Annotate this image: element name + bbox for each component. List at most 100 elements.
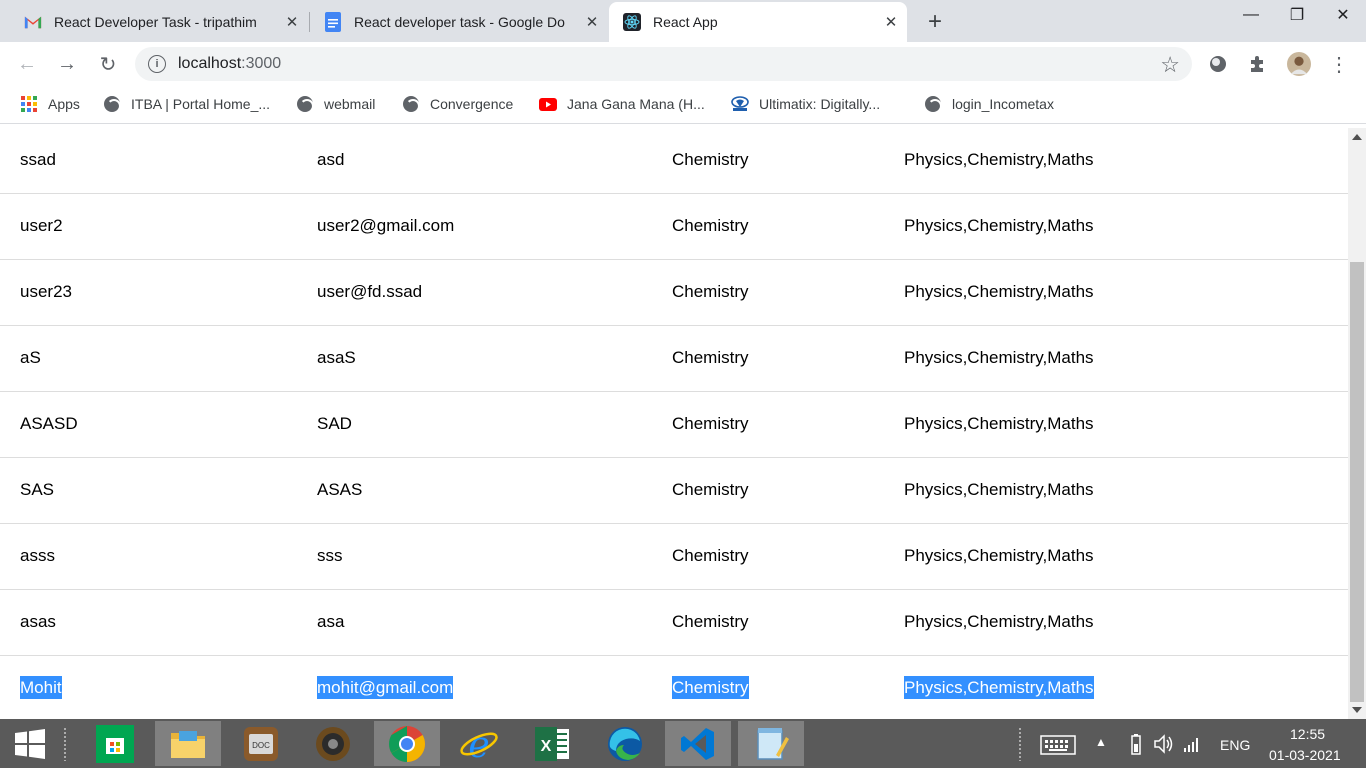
taskbar-grip	[63, 727, 67, 761]
name-cell: SAS	[20, 480, 55, 499]
menu-kebab-icon[interactable]: ⋮	[1327, 52, 1351, 76]
vscode-icon[interactable]	[665, 721, 731, 766]
tab-title: React Developer Task - tripathim	[54, 14, 257, 30]
name-cell: aS	[20, 348, 41, 367]
subjects-list-cell: Physics,Chemistry,Maths	[904, 414, 1094, 433]
bookmark-label: login_Incometax	[952, 96, 1054, 112]
excel-icon[interactable]: X	[519, 721, 585, 766]
new-tab-button[interactable]: +	[922, 8, 948, 35]
globe-icon	[924, 95, 942, 113]
subjects-list-cell: Physics,Chemistry,Maths	[904, 282, 1094, 301]
file-explorer-icon[interactable]	[155, 721, 221, 766]
clock-date[interactable]: 01-03-2021	[1269, 747, 1341, 763]
address-bar[interactable]: i localhost:3000 ☆	[135, 47, 1192, 81]
name-cell: ssad	[20, 150, 56, 170]
show-hidden-icons-chevron-icon[interactable]: ▲	[1095, 735, 1107, 749]
minimize-button[interactable]: —	[1228, 0, 1274, 30]
bookmark-label: Apps	[48, 96, 80, 112]
tab-gmail[interactable]: React Developer Task - tripathim ✕	[0, 2, 308, 42]
clock-time[interactable]: 12:55	[1290, 726, 1325, 742]
scroll-down-arrow[interactable]	[1352, 707, 1362, 713]
speaker-app-icon[interactable]	[300, 721, 366, 766]
bookmark-apps[interactable]: Apps	[20, 95, 80, 113]
subject-cell: Chemistry	[672, 348, 749, 367]
name-cell: Mohit	[20, 676, 62, 699]
subjects-list-cell: Physics,Chemistry,Maths	[904, 612, 1094, 631]
bookmark-login-incometax[interactable]: login_Incometax	[924, 95, 1054, 113]
store-icon[interactable]	[82, 721, 148, 766]
extension-circle-icon[interactable]	[1206, 52, 1230, 76]
chrome-icon[interactable]	[374, 721, 440, 766]
users-table: ssad asd Chemistry Physics,Chemistry,Mat…	[0, 128, 1348, 719]
profile-avatar[interactable]	[1287, 52, 1311, 76]
bookmark-itba-portal[interactable]: ITBA | Portal Home_...	[103, 95, 270, 113]
scroll-up-arrow[interactable]	[1352, 134, 1362, 140]
site-info-icon[interactable]: i	[148, 55, 166, 73]
tata-icon	[731, 95, 749, 113]
youtube-icon	[539, 95, 557, 113]
reload-button[interactable]: ↻	[94, 50, 122, 78]
bookmark-label: ITBA | Portal Home_...	[131, 96, 271, 112]
doc-app-icon[interactable]: DOC	[228, 721, 294, 766]
bookmark-label: webmail	[324, 96, 376, 112]
email-cell: asa	[317, 612, 345, 631]
tab-react-app[interactable]: React App ✕	[609, 2, 907, 42]
subjects-list-cell: Physics,Chemistry,Maths	[904, 150, 1094, 170]
subjects-list-cell: Physics,Chemistry,Maths	[904, 216, 1094, 235]
volume-icon[interactable]	[1153, 734, 1175, 759]
extensions-puzzle-icon[interactable]	[1246, 52, 1270, 76]
bookmark-jana-gana-mana[interactable]: Jana Gana Mana (H...	[539, 95, 705, 113]
subjects-list-cell: Physics,Chemistry,Maths	[904, 546, 1094, 565]
close-window-button[interactable]: ✕	[1320, 0, 1366, 30]
subject-cell: Chemistry	[672, 480, 749, 499]
url-text[interactable]: localhost:3000	[178, 55, 281, 73]
scroll-thumb[interactable]	[1350, 262, 1364, 702]
edge-icon[interactable]	[592, 721, 658, 766]
notepad-icon[interactable]	[738, 721, 804, 766]
subjects-list-cell: Physics,Chemistry,Maths	[904, 480, 1094, 499]
keyboard-icon[interactable]	[1040, 735, 1076, 760]
vertical-scrollbar[interactable]	[1348, 128, 1366, 719]
name-cell: asss	[20, 546, 55, 565]
bookmark-ultimatix[interactable]: Ultimatix: Digitally...	[731, 95, 880, 113]
email-cell: mohit@gmail.com	[317, 676, 454, 699]
browser-toolbar: ← → ↻ i localhost:3000 ☆ ⋮	[0, 42, 1366, 86]
email-cell: sss	[317, 546, 343, 565]
email-cell: SAD	[317, 414, 352, 433]
table-row: aS asaS Chemistry Physics,Chemistry,Math…	[0, 325, 1348, 391]
tab-google-docs[interactable]: React developer task - Google Do ✕	[300, 2, 608, 42]
globe-icon	[296, 95, 314, 113]
bookmark-label: Ultimatix: Digitally...	[759, 96, 881, 112]
react-icon	[623, 13, 641, 31]
name-cell: user23	[20, 282, 72, 301]
bookmark-convergence[interactable]: Convergence	[402, 95, 513, 113]
table-row: user2 user2@gmail.com Chemistry Physics,…	[0, 193, 1348, 259]
subject-cell: Chemistry	[672, 150, 749, 170]
bookmarks-bar: Apps ITBA | Portal Home_... webmail Conv…	[0, 86, 1366, 124]
name-cell: ASASD	[20, 414, 78, 433]
svg-text:DOC: DOC	[252, 741, 270, 750]
close-tab-icon[interactable]: ✕	[881, 12, 901, 32]
close-tab-icon[interactable]: ✕	[282, 12, 302, 32]
subject-cell: Chemistry	[672, 676, 749, 699]
email-cell: user@fd.ssad	[317, 282, 423, 301]
bookmark-star-icon[interactable]: ☆	[1160, 52, 1180, 78]
bookmark-label: Convergence	[430, 96, 514, 112]
back-button[interactable]: ←	[13, 50, 41, 78]
windows-start-icon[interactable]	[0, 721, 60, 766]
table-row: SAS ASAS Chemistry Physics,Chemistry,Mat…	[0, 457, 1348, 523]
email-cell: asaS	[317, 348, 356, 367]
forward-button[interactable]: →	[53, 50, 81, 78]
battery-icon[interactable]	[1130, 733, 1142, 760]
table-row-selected: Mohit mohit@gmail.com Chemistry Physics,…	[0, 655, 1348, 719]
internet-explorer-icon[interactable]: e	[446, 721, 512, 766]
restore-button[interactable]: ❐	[1274, 0, 1320, 30]
input-language[interactable]: ENG	[1220, 737, 1250, 753]
table-row: ssad asd Chemistry Physics,Chemistry,Mat…	[0, 128, 1348, 193]
page-content: ssad asd Chemistry Physics,Chemistry,Mat…	[0, 128, 1348, 719]
close-tab-icon[interactable]: ✕	[582, 12, 602, 32]
subject-cell: Chemistry	[672, 546, 749, 565]
name-cell: user2	[20, 216, 63, 235]
network-signal-icon[interactable]	[1183, 735, 1201, 758]
bookmark-webmail[interactable]: webmail	[296, 95, 375, 113]
